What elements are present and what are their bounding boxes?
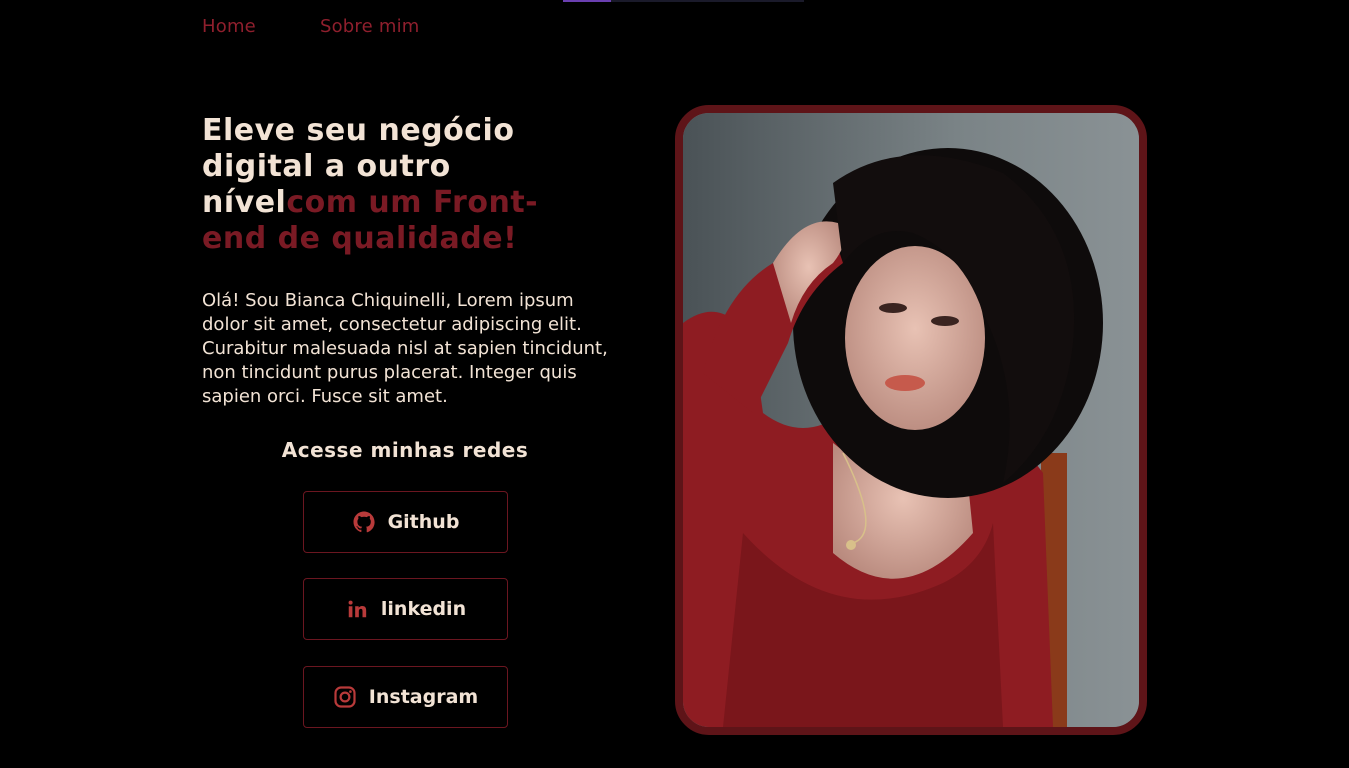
- github-icon: [352, 510, 376, 534]
- github-button[interactable]: Github: [303, 491, 508, 553]
- nav-about[interactable]: Sobre mim: [320, 16, 420, 37]
- linkedin-label: linkedin: [380, 598, 467, 620]
- top-progress-bar: [563, 0, 804, 2]
- hero-title: Eleve seu negócio digital a outro nívelc…: [202, 113, 602, 257]
- linkedin-button[interactable]: linkedin: [303, 578, 508, 640]
- portrait-illustration: [683, 113, 1139, 727]
- nav-home[interactable]: Home: [202, 16, 256, 37]
- linkedin-icon: [345, 597, 369, 621]
- intro-text: Olá! Sou Bianca Chiquinelli, Lorem ipsum…: [202, 290, 608, 407]
- portrait-photo: [675, 105, 1147, 735]
- instagram-label: Instagram: [368, 686, 479, 708]
- instagram-button[interactable]: Instagram: [303, 666, 508, 728]
- top-progress-accent: [563, 0, 611, 2]
- main-nav: Home Sobre mim: [202, 16, 420, 37]
- github-label: Github: [387, 511, 460, 533]
- social-heading: Acesse minhas redes: [281, 438, 529, 462]
- instagram-icon: [333, 685, 357, 709]
